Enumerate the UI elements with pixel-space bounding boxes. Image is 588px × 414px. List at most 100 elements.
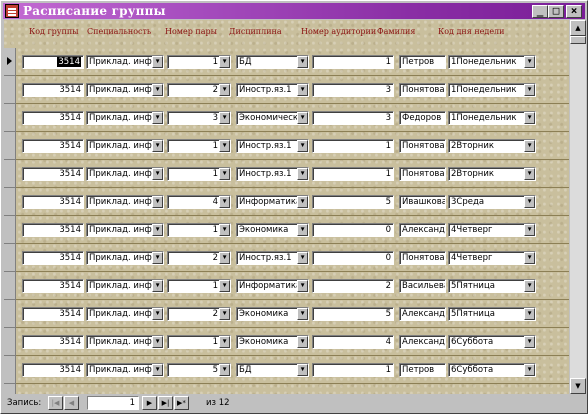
day-code-combo[interactable]: 4Четверг bbox=[448, 223, 536, 237]
discipline-combo[interactable]: Экономика bbox=[236, 223, 309, 237]
day-code-combo[interactable]: 2Вторник bbox=[448, 167, 536, 181]
discipline-combo[interactable]: Экономическ bbox=[236, 111, 309, 125]
dropdown-arrow-icon[interactable] bbox=[524, 364, 535, 376]
dropdown-arrow-icon[interactable] bbox=[152, 56, 163, 68]
dropdown-arrow-icon[interactable] bbox=[219, 252, 230, 264]
teacher-field[interactable]: Понятова bbox=[399, 167, 446, 181]
group-code-field[interactable]: 3514 bbox=[22, 251, 84, 265]
day-code-combo[interactable]: 6Суббота bbox=[448, 363, 536, 377]
teacher-field[interactable]: Ивашкова bbox=[399, 195, 446, 209]
group-code-field[interactable]: 3514 bbox=[22, 55, 84, 69]
dropdown-arrow-icon[interactable] bbox=[219, 168, 230, 180]
discipline-combo[interactable]: Иностр.яз.1 bbox=[236, 167, 309, 181]
scroll-thumb[interactable] bbox=[570, 36, 586, 44]
group-code-field[interactable]: 3514 bbox=[22, 307, 84, 321]
room-number-field[interactable]: 1 bbox=[312, 363, 394, 377]
teacher-field[interactable]: Понятова bbox=[399, 251, 446, 265]
dropdown-arrow-icon[interactable] bbox=[297, 364, 308, 376]
discipline-combo[interactable]: БД bbox=[236, 363, 309, 377]
group-code-field[interactable]: 3514 bbox=[22, 167, 84, 181]
dropdown-arrow-icon[interactable] bbox=[152, 280, 163, 292]
dropdown-arrow-icon[interactable] bbox=[524, 56, 535, 68]
pair-number-combo[interactable]: 1 bbox=[167, 223, 231, 237]
dropdown-arrow-icon[interactable] bbox=[219, 280, 230, 292]
specialty-combo[interactable]: Приклад. информ. bbox=[86, 55, 164, 69]
specialty-combo[interactable]: Приклад. информ. bbox=[86, 335, 164, 349]
current-record-input[interactable]: 1 bbox=[87, 396, 139, 410]
dropdown-arrow-icon[interactable] bbox=[219, 84, 230, 96]
specialty-combo[interactable]: Приклад. информ. bbox=[86, 279, 164, 293]
maximize-button[interactable]: □ bbox=[548, 5, 564, 18]
first-record-button[interactable]: |◀ bbox=[48, 396, 63, 410]
group-code-field[interactable]: 3514 bbox=[22, 111, 84, 125]
teacher-field[interactable]: Петров bbox=[399, 55, 446, 69]
group-code-field[interactable]: 3514 bbox=[22, 363, 84, 377]
room-number-field[interactable]: 2 bbox=[312, 279, 394, 293]
specialty-combo[interactable]: Приклад. информ. bbox=[86, 195, 164, 209]
dropdown-arrow-icon[interactable] bbox=[297, 56, 308, 68]
room-number-field[interactable]: 3 bbox=[312, 83, 394, 97]
teacher-field[interactable]: Александр bbox=[399, 307, 446, 321]
last-record-button[interactable]: ▶| bbox=[158, 396, 173, 410]
group-code-field[interactable]: 3514 bbox=[22, 335, 84, 349]
record-selector[interactable] bbox=[4, 244, 16, 272]
dropdown-arrow-icon[interactable] bbox=[524, 196, 535, 208]
teacher-field[interactable]: Федоров bbox=[399, 111, 446, 125]
room-number-field[interactable]: 4 bbox=[312, 335, 394, 349]
room-number-field[interactable]: 5 bbox=[312, 195, 394, 209]
dropdown-arrow-icon[interactable] bbox=[297, 224, 308, 236]
teacher-field[interactable]: Васильева bbox=[399, 279, 446, 293]
vertical-scrollbar[interactable]: ▲ ▼ bbox=[570, 20, 586, 394]
pair-number-combo[interactable]: 3 bbox=[167, 111, 231, 125]
dropdown-arrow-icon[interactable] bbox=[524, 84, 535, 96]
title-bar[interactable]: Расписание группы _ □ × bbox=[3, 3, 585, 19]
dropdown-arrow-icon[interactable] bbox=[297, 336, 308, 348]
day-code-combo[interactable]: 5Пятница bbox=[448, 279, 536, 293]
specialty-combo[interactable]: Приклад. информ. bbox=[86, 139, 164, 153]
dropdown-arrow-icon[interactable] bbox=[219, 140, 230, 152]
dropdown-arrow-icon[interactable] bbox=[152, 336, 163, 348]
dropdown-arrow-icon[interactable] bbox=[152, 252, 163, 264]
specialty-combo[interactable]: Приклад. информ. bbox=[86, 83, 164, 97]
dropdown-arrow-icon[interactable] bbox=[297, 140, 308, 152]
minimize-button[interactable]: _ bbox=[532, 5, 548, 18]
dropdown-arrow-icon[interactable] bbox=[219, 336, 230, 348]
room-number-field[interactable]: 1 bbox=[312, 167, 394, 181]
discipline-combo[interactable]: Иностр.яз.1 bbox=[236, 83, 309, 97]
day-code-combo[interactable]: 1Понедельник bbox=[448, 83, 536, 97]
dropdown-arrow-icon[interactable] bbox=[219, 112, 230, 124]
dropdown-arrow-icon[interactable] bbox=[219, 364, 230, 376]
day-code-combo[interactable]: 6Суббота bbox=[448, 335, 536, 349]
dropdown-arrow-icon[interactable] bbox=[297, 168, 308, 180]
discipline-combo[interactable]: Экономика bbox=[236, 307, 309, 321]
dropdown-arrow-icon[interactable] bbox=[219, 224, 230, 236]
teacher-field[interactable]: Понятова bbox=[399, 139, 446, 153]
dropdown-arrow-icon[interactable] bbox=[524, 140, 535, 152]
discipline-combo[interactable]: Экономика bbox=[236, 335, 309, 349]
teacher-field[interactable]: Александр bbox=[399, 223, 446, 237]
pair-number-combo[interactable]: 2 bbox=[167, 307, 231, 321]
scroll-up-button[interactable]: ▲ bbox=[570, 20, 586, 36]
record-selector[interactable] bbox=[4, 216, 16, 244]
day-code-combo[interactable]: 3Среда bbox=[448, 195, 536, 209]
dropdown-arrow-icon[interactable] bbox=[152, 364, 163, 376]
dropdown-arrow-icon[interactable] bbox=[152, 112, 163, 124]
specialty-combo[interactable]: Приклад. информ. bbox=[86, 307, 164, 321]
group-code-field[interactable]: 3514 bbox=[22, 223, 84, 237]
pair-number-combo[interactable]: 2 bbox=[167, 83, 231, 97]
dropdown-arrow-icon[interactable] bbox=[524, 336, 535, 348]
record-selector[interactable] bbox=[4, 160, 16, 188]
record-selector[interactable] bbox=[4, 300, 16, 328]
dropdown-arrow-icon[interactable] bbox=[152, 168, 163, 180]
dropdown-arrow-icon[interactable] bbox=[297, 112, 308, 124]
pair-number-combo[interactable]: 2 bbox=[167, 251, 231, 265]
group-code-field[interactable]: 3514 bbox=[22, 139, 84, 153]
dropdown-arrow-icon[interactable] bbox=[152, 308, 163, 320]
record-selector[interactable] bbox=[4, 104, 16, 132]
previous-record-button[interactable]: ◀ bbox=[64, 396, 79, 410]
dropdown-arrow-icon[interactable] bbox=[297, 252, 308, 264]
dropdown-arrow-icon[interactable] bbox=[297, 280, 308, 292]
dropdown-arrow-icon[interactable] bbox=[524, 168, 535, 180]
pair-number-combo[interactable]: 5 bbox=[167, 363, 231, 377]
dropdown-arrow-icon[interactable] bbox=[524, 224, 535, 236]
